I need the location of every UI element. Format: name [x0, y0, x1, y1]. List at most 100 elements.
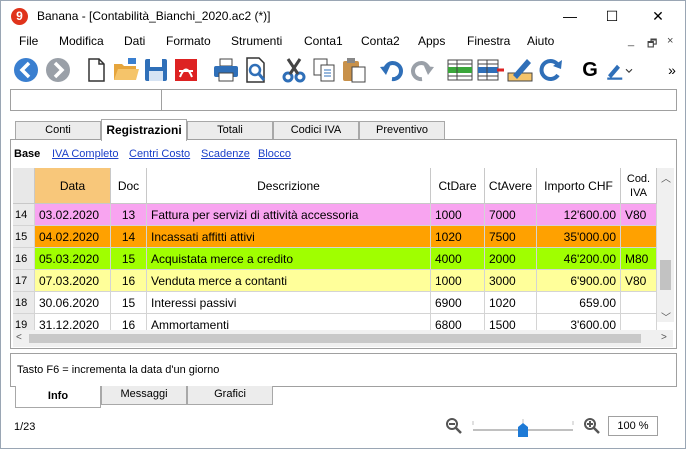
toolbar-overflow-icon[interactable]: »: [663, 55, 681, 85]
cell-ctavere[interactable]: 7000: [485, 204, 537, 226]
column-header-data[interactable]: Data: [35, 168, 111, 204]
highlight-color-icon[interactable]: [605, 55, 645, 85]
zoom-out-icon[interactable]: [445, 417, 463, 435]
delete-rows-icon[interactable]: [475, 55, 505, 85]
cell-cod-iva[interactable]: [621, 226, 657, 248]
new-file-icon[interactable]: [81, 55, 111, 85]
vertical-scrollbar[interactable]: ︿ ﹀: [657, 168, 674, 324]
view-base[interactable]: Base: [14, 148, 40, 160]
tab-conti[interactable]: Conti: [15, 121, 101, 140]
menu-apps[interactable]: Apps: [418, 34, 445, 48]
table-row[interactable]: 16 05.03.2020 15 Acquistata merce a credito…: [13, 248, 657, 270]
cell-importo[interactable]: 46'200.00: [537, 248, 621, 270]
bold-icon[interactable]: G: [575, 55, 605, 85]
cell-importo[interactable]: 6'900.00: [537, 270, 621, 292]
cell-importo[interactable]: 659.00: [537, 292, 621, 314]
cell-cod-iva[interactable]: V80: [621, 270, 657, 292]
cell-data[interactable]: 03.02.2020: [35, 204, 111, 226]
table-row[interactable]: 14 03.02.2020 13 Fattura per servizi di att…: [13, 204, 657, 226]
cell-ctdare[interactable]: 1020: [431, 226, 485, 248]
back-icon[interactable]: [11, 55, 41, 85]
tab-messaggi[interactable]: Messaggi: [101, 386, 187, 405]
menu-conta2[interactable]: Conta2: [361, 34, 400, 48]
menu-dati[interactable]: Dati: [124, 34, 145, 48]
recalculate-icon[interactable]: [535, 55, 565, 85]
view-blocco[interactable]: Blocco: [258, 148, 291, 160]
cell-importo[interactable]: 35'000.00: [537, 226, 621, 248]
column-header-cod-iva[interactable]: Cod. IVA: [621, 168, 657, 204]
table-row[interactable]: 15 04.02.2020 14 Incassati affitti attivi 10…: [13, 226, 657, 248]
scroll-down-icon[interactable]: ﹀: [661, 309, 671, 324]
view-iva-completo[interactable]: IVA Completo: [52, 148, 118, 160]
cell-data[interactable]: 07.03.2020: [35, 270, 111, 292]
redo-icon[interactable]: [407, 55, 437, 85]
cell-ctavere[interactable]: 1020: [485, 292, 537, 314]
tab-preventivo[interactable]: Preventivo: [359, 121, 445, 140]
horizontal-scrollbar[interactable]: < >: [13, 330, 673, 347]
menu-aiuto[interactable]: Aiuto: [527, 34, 554, 48]
cell-importo[interactable]: 12'600.00: [537, 204, 621, 226]
scroll-left-icon[interactable]: <: [16, 332, 22, 343]
zoom-slider-thumb[interactable]: [518, 423, 528, 437]
print-icon[interactable]: [211, 55, 241, 85]
mdi-close-button[interactable]: ×: [667, 35, 673, 47]
menu-conta1[interactable]: Conta1: [304, 34, 343, 48]
pdf-icon[interactable]: [171, 55, 201, 85]
column-header-doc[interactable]: Doc: [111, 168, 147, 204]
table-row[interactable]: 18 30.06.2020 15 Interessi passivi 6900 1020 6…: [13, 292, 657, 314]
column-header-ctavere[interactable]: CtAvere: [485, 168, 537, 204]
cell-ctavere[interactable]: 7500: [485, 226, 537, 248]
close-button[interactable]: ✕: [635, 1, 681, 31]
vertical-scroll-thumb[interactable]: [660, 260, 671, 290]
zoom-in-icon[interactable]: [583, 417, 601, 435]
cell-descrizione[interactable]: Interessi passivi: [147, 292, 431, 314]
scroll-up-icon[interactable]: ︿: [661, 170, 671, 185]
cell-descrizione[interactable]: Venduta merce a contanti: [147, 270, 431, 292]
cell-cod-iva[interactable]: V80: [621, 204, 657, 226]
zoom-slider[interactable]: [471, 417, 575, 439]
print-preview-icon[interactable]: [241, 55, 271, 85]
column-header-ctdare[interactable]: CtDare: [431, 168, 485, 204]
forward-icon[interactable]: [43, 55, 73, 85]
cell-ctdare[interactable]: 1000: [431, 270, 485, 292]
cut-icon[interactable]: [279, 55, 309, 85]
open-folder-icon[interactable]: [111, 55, 141, 85]
cell-cod-iva[interactable]: [621, 292, 657, 314]
cell-doc[interactable]: 15: [111, 292, 147, 314]
save-icon[interactable]: [141, 55, 171, 85]
cell-descrizione[interactable]: Fattura per servizi di attività accessor…: [147, 204, 431, 226]
tab-info[interactable]: Info: [15, 386, 101, 408]
maximize-button[interactable]: ☐: [589, 1, 635, 31]
menu-strumenti[interactable]: Strumenti: [231, 34, 282, 48]
edit-icon[interactable]: [505, 55, 535, 85]
cell-ctavere[interactable]: 2000: [485, 248, 537, 270]
cell-data[interactable]: 05.03.2020: [35, 248, 111, 270]
cell-cod-iva[interactable]: M80: [621, 248, 657, 270]
view-centri-costo[interactable]: Centri Costo: [129, 148, 190, 160]
cell-ctavere[interactable]: 3000: [485, 270, 537, 292]
table-row[interactable]: 17 07.03.2020 16 Venduta merce a contanti 10…: [13, 270, 657, 292]
add-rows-icon[interactable]: [445, 55, 475, 85]
cell-doc[interactable]: 14: [111, 226, 147, 248]
scroll-right-icon[interactable]: >: [661, 332, 667, 343]
menu-finestra[interactable]: Finestra: [467, 34, 510, 48]
zoom-level-field[interactable]: 100 %: [608, 416, 658, 436]
minimize-button[interactable]: —: [547, 1, 593, 31]
menu-file[interactable]: File: [19, 34, 38, 48]
cell-edit-bar[interactable]: [10, 89, 677, 111]
cell-descrizione[interactable]: Acquistata merce a credito: [147, 248, 431, 270]
cell-descrizione[interactable]: Incassati affitti attivi: [147, 226, 431, 248]
cell-ctdare[interactable]: 4000: [431, 248, 485, 270]
cell-data[interactable]: 04.02.2020: [35, 226, 111, 248]
mdi-minimize-button[interactable]: _: [628, 35, 634, 47]
tab-codici-iva[interactable]: Codici IVA: [273, 121, 359, 140]
cell-doc[interactable]: 13: [111, 204, 147, 226]
horizontal-scroll-thumb[interactable]: [29, 334, 641, 343]
column-header-importo[interactable]: Importo CHF: [537, 168, 621, 204]
view-scadenze[interactable]: Scadenze: [201, 148, 250, 160]
menu-formato[interactable]: Formato: [166, 34, 211, 48]
copy-icon[interactable]: [309, 55, 339, 85]
cell-ctdare[interactable]: 1000: [431, 204, 485, 226]
undo-icon[interactable]: [377, 55, 407, 85]
cell-doc[interactable]: 15: [111, 248, 147, 270]
